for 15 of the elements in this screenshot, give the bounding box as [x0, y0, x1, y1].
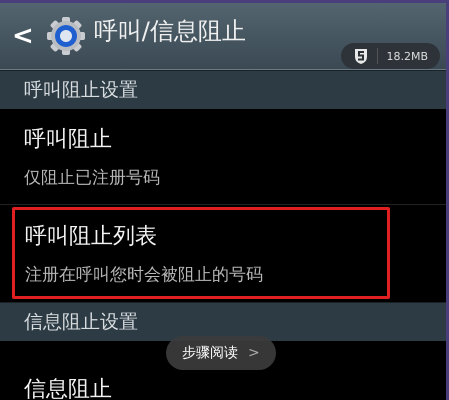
window-title: 呼叫/信息阻止: [94, 16, 246, 47]
gear-icon: [46, 16, 86, 56]
step-reading-button[interactable]: 步骤阅读 >: [166, 336, 276, 370]
item-title: 呼叫阻止: [24, 126, 113, 154]
back-button[interactable]: <: [8, 21, 38, 51]
shield-icon: [353, 47, 370, 65]
setting-item[interactable]: 呼叫阻止列表 注册在呼叫您时会被阻止的号码: [12, 207, 390, 299]
section-title: 呼叫阻止设置: [24, 78, 138, 103]
item-subtitle: 仅阻止已注册号码: [24, 167, 161, 189]
item-title: 信息阻止: [24, 376, 113, 400]
setting-item[interactable]: 呼叫阻止 仅阻止已注册号码: [0, 109, 446, 205]
section-title: 信息阻止设置: [24, 310, 138, 335]
item-title: 呼叫阻止列表: [25, 222, 158, 250]
item-subtitle: 注册在呼叫您时会被阻止的号码: [25, 264, 264, 286]
memory-text: 18.2MB: [386, 50, 428, 62]
